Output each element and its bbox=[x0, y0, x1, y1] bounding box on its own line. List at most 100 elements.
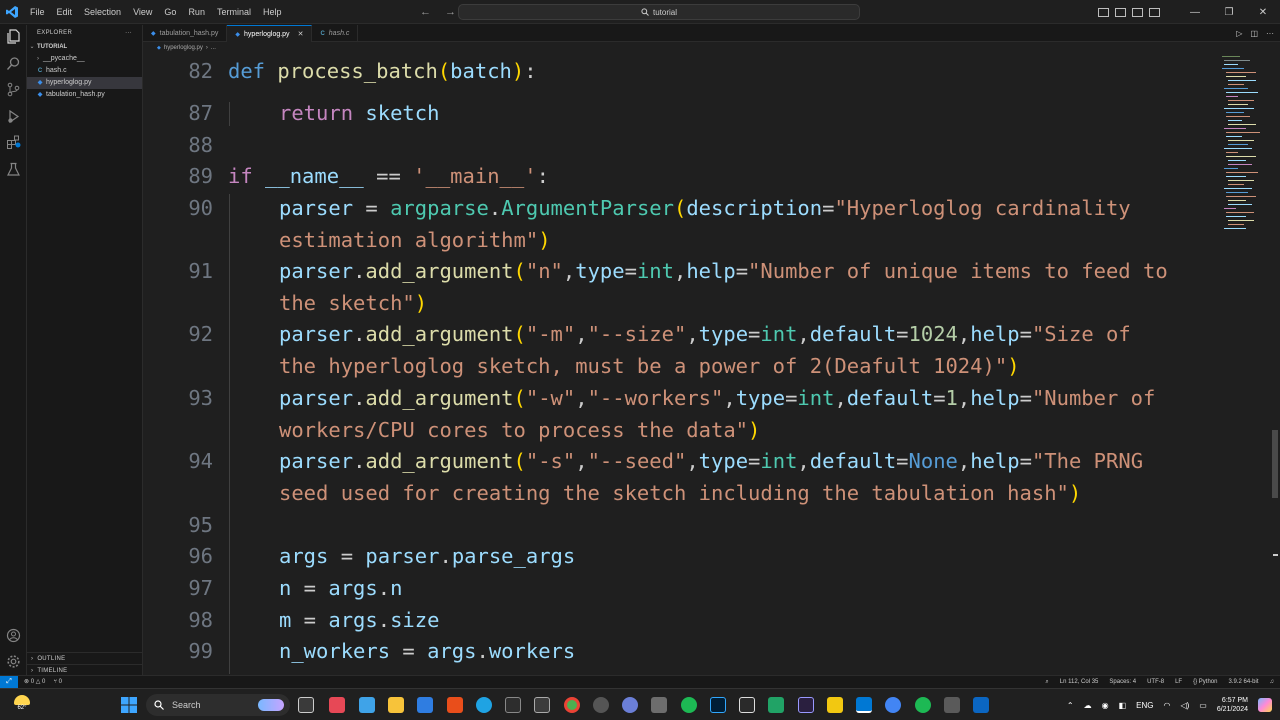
app-generic-icon[interactable] bbox=[505, 697, 521, 713]
customize-layout-icon[interactable] bbox=[1149, 7, 1160, 17]
testing-icon[interactable] bbox=[6, 162, 21, 177]
menu-edit[interactable]: Edit bbox=[51, 0, 79, 24]
tray-app-icon[interactable]: ☁ bbox=[1084, 701, 1092, 710]
split-editor-icon[interactable]: ◫ bbox=[1250, 29, 1258, 38]
tree-item-tabulation-hash-py[interactable]: ◆ tabulation_hash.py bbox=[27, 89, 142, 101]
explorer-icon[interactable] bbox=[6, 29, 21, 44]
battery-icon[interactable]: ▭ bbox=[1199, 701, 1207, 710]
app-dark-icon[interactable] bbox=[739, 697, 755, 713]
terminal-icon[interactable] bbox=[534, 697, 550, 713]
accounts-icon[interactable] bbox=[6, 628, 21, 643]
chrome-icon[interactable] bbox=[564, 697, 580, 713]
photoshop-icon[interactable] bbox=[710, 697, 726, 713]
volume-icon[interactable]: ◁) bbox=[1180, 701, 1189, 710]
remote-indicator-icon[interactable]: ⤢ bbox=[0, 675, 18, 688]
python-icon[interactable] bbox=[827, 697, 843, 713]
menu-help[interactable]: Help bbox=[257, 0, 288, 24]
minimize-icon[interactable]: — bbox=[1178, 7, 1212, 18]
workspace-folder-label: TUTORIAL bbox=[37, 44, 68, 50]
tab-hash-c[interactable]: C hash.c bbox=[312, 25, 359, 42]
workspace-folder[interactable]: ⌄ TUTORIAL bbox=[27, 41, 142, 53]
braces-icon: {} bbox=[1193, 679, 1198, 685]
language-indicator[interactable]: ENG bbox=[1136, 701, 1153, 710]
mail-icon[interactable] bbox=[359, 697, 375, 713]
breadcrumb-rest[interactable]: ... bbox=[211, 45, 216, 51]
line-number: 89 bbox=[188, 164, 213, 188]
breadcrumb-file[interactable]: hyperloglog.py bbox=[164, 45, 203, 51]
tray-overflow-chevron-icon[interactable]: ⌃ bbox=[1067, 701, 1074, 710]
toggle-panel-icon[interactable] bbox=[1115, 7, 1126, 17]
app-green-icon[interactable] bbox=[681, 697, 697, 713]
menu-selection[interactable]: Selection bbox=[78, 0, 127, 24]
app-red-icon[interactable] bbox=[329, 697, 345, 713]
clock[interactable]: 6:57 PM 6/21/2024 bbox=[1217, 696, 1248, 714]
tray-app-icon[interactable]: ◧ bbox=[1119, 701, 1127, 710]
tree-item-pycache[interactable]: › __pycache__ bbox=[27, 53, 142, 65]
close-tab-icon[interactable]: ✕ bbox=[298, 30, 304, 38]
vscode-taskbar-icon[interactable] bbox=[856, 697, 872, 713]
wifi-icon[interactable]: ◠ bbox=[1163, 701, 1170, 710]
taskbar-search[interactable]: Search bbox=[146, 694, 290, 716]
menu-go[interactable]: Go bbox=[158, 0, 182, 24]
app-gray-icon[interactable] bbox=[651, 697, 667, 713]
tray-app-icon[interactable]: ◉ bbox=[1102, 701, 1109, 710]
run-file-icon[interactable]: ▷ bbox=[1236, 29, 1242, 38]
menu-terminal[interactable]: Terminal bbox=[211, 0, 257, 24]
restore-icon[interactable]: ❐ bbox=[1212, 7, 1246, 18]
indentation[interactable]: Spaces: 4 bbox=[1109, 679, 1136, 685]
end-of-line[interactable]: LF bbox=[1175, 679, 1182, 685]
run-debug-icon[interactable] bbox=[6, 109, 21, 124]
edge-icon[interactable] bbox=[476, 697, 492, 713]
spotify-icon[interactable] bbox=[915, 697, 931, 713]
ports-indicator[interactable]: ⑂ 0 bbox=[53, 679, 62, 685]
menu-run[interactable]: Run bbox=[182, 0, 211, 24]
app-azure-icon[interactable] bbox=[973, 697, 989, 713]
search-icon[interactable] bbox=[6, 56, 21, 71]
tab-tabulation-hash-py[interactable]: ◆ tabulation_hash.py bbox=[143, 25, 228, 42]
forward-arrow-icon[interactable]: → bbox=[445, 6, 456, 18]
premiere-icon[interactable] bbox=[798, 697, 814, 713]
notifications-bell-icon[interactable]: ♫ bbox=[1270, 679, 1275, 685]
minimap-line bbox=[1224, 208, 1236, 209]
task-view-icon[interactable] bbox=[298, 697, 314, 713]
tree-item-hash-c[interactable]: C hash.c bbox=[27, 65, 142, 77]
python-interpreter[interactable]: 3.9.2 64-bit bbox=[1228, 679, 1258, 685]
zoom-search-icon[interactable]: ⌕ bbox=[1045, 679, 1048, 686]
problems-indicator[interactable]: ⊗ 0 △ 0 bbox=[24, 678, 45, 685]
minimap[interactable] bbox=[1218, 54, 1270, 254]
windows-start-icon[interactable] bbox=[121, 697, 137, 713]
copilot-icon[interactable] bbox=[1258, 698, 1272, 712]
file-explorer-icon[interactable] bbox=[388, 697, 404, 713]
encoding[interactable]: UTF-8 bbox=[1147, 679, 1164, 685]
office-icon[interactable] bbox=[447, 697, 463, 713]
vertical-scrollbar-thumb[interactable] bbox=[1272, 430, 1278, 498]
minimap-line bbox=[1228, 140, 1254, 141]
weather-widget[interactable]: 62° bbox=[10, 692, 34, 718]
menu-file[interactable]: File bbox=[24, 0, 51, 24]
minimap-line bbox=[1228, 104, 1248, 105]
toggle-primary-sidebar-icon[interactable] bbox=[1098, 7, 1109, 17]
app-teal-icon[interactable] bbox=[768, 697, 784, 713]
cursor-position[interactable]: Ln 112, Col 35 bbox=[1060, 679, 1099, 685]
close-window-icon[interactable]: ✕ bbox=[1246, 7, 1280, 18]
code-editor[interactable]: 82 def process_batch(batch): 87 return s… bbox=[143, 54, 1280, 675]
chrome-profile-icon[interactable] bbox=[885, 697, 901, 713]
toggle-secondary-sidebar-icon[interactable] bbox=[1132, 7, 1143, 17]
back-arrow-icon[interactable]: ← bbox=[420, 6, 431, 18]
github-icon[interactable] bbox=[593, 697, 609, 713]
app-misc-icon[interactable] bbox=[944, 697, 960, 713]
tab-hyperloglog-py[interactable]: ◆ hyperloglog.py ✕ bbox=[227, 25, 313, 42]
command-center[interactable]: tutorial bbox=[458, 4, 860, 20]
source-control-icon[interactable] bbox=[6, 82, 21, 97]
settings-gear-icon[interactable] bbox=[6, 654, 21, 669]
language-mode[interactable]: {} Python bbox=[1193, 679, 1217, 685]
menu-view[interactable]: View bbox=[127, 0, 158, 24]
extensions-icon[interactable] bbox=[6, 135, 21, 150]
line-number: 91 bbox=[188, 259, 213, 283]
tree-item-hyperloglog-py[interactable]: ◆ hyperloglog.py bbox=[27, 77, 142, 89]
more-actions-icon[interactable]: ··· bbox=[1266, 29, 1274, 38]
app-circle-icon[interactable] bbox=[622, 697, 638, 713]
app-blue-icon[interactable] bbox=[417, 697, 433, 713]
outline-section[interactable]: › OUTLINE bbox=[27, 652, 143, 664]
more-actions-icon[interactable]: ··· bbox=[125, 30, 132, 36]
